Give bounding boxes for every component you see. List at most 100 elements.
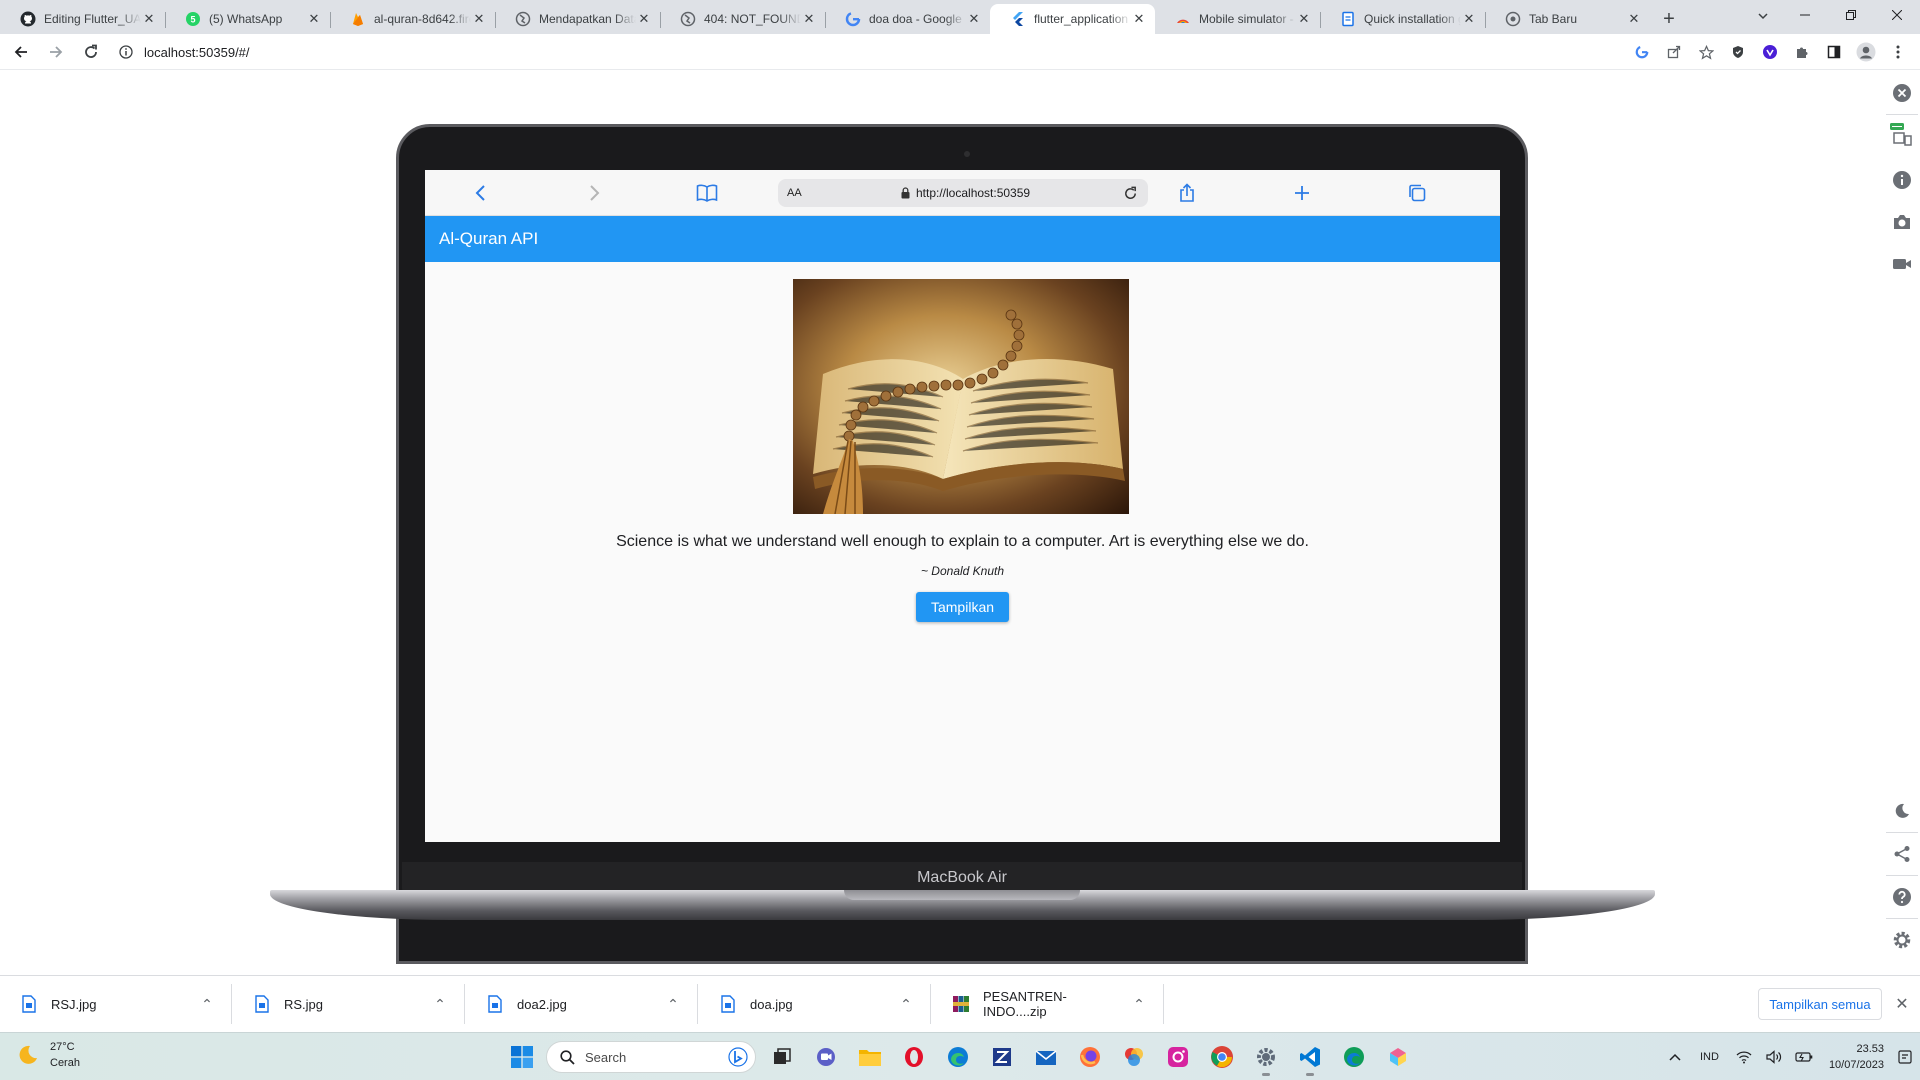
new-tab-button[interactable]: +	[1654, 4, 1684, 34]
close-icon[interactable]: ✕	[306, 11, 322, 27]
reader-aa-button[interactable]: AA	[787, 187, 867, 199]
tab-flutter-application[interactable]: flutter_application ✕	[990, 4, 1155, 34]
tab-404[interactable]: 404: NOT_FOUND ✕	[660, 4, 825, 34]
address-bar[interactable]: localhost:50359/#/	[110, 38, 1680, 66]
safari-reload-icon[interactable]	[1118, 181, 1142, 205]
notification-icon[interactable]	[1893, 1045, 1917, 1069]
simulator-icon	[1175, 11, 1191, 27]
close-icon[interactable]: ✕	[636, 11, 652, 27]
edge-icon[interactable]	[938, 1037, 978, 1077]
download-item[interactable]: RSJ.jpg ⌃	[0, 984, 232, 1024]
vpn-extension-icon[interactable]	[1754, 38, 1786, 66]
mail-icon[interactable]	[1026, 1037, 1066, 1077]
close-icon[interactable]: ✕	[801, 11, 817, 27]
paint-3d-icon[interactable]	[1378, 1037, 1418, 1077]
download-item[interactable]: RS.jpg ⌃	[233, 984, 465, 1024]
close-icon[interactable]: ✕	[1131, 11, 1147, 27]
tampilkan-button[interactable]: Tampilkan	[916, 592, 1009, 622]
tab-mendapatkan-data[interactable]: Mendapatkan Data ✕	[495, 4, 660, 34]
task-view-icon[interactable]	[762, 1037, 802, 1077]
tab-mobile-simulator[interactable]: Mobile simulator - responsive ✕	[1155, 4, 1320, 34]
chevron-up-icon[interactable]	[1663, 1045, 1687, 1069]
url-text: localhost:50359/#/	[144, 44, 250, 60]
menu-kebab-icon[interactable]	[1882, 38, 1914, 66]
firefox-icon[interactable]	[1070, 1037, 1110, 1077]
bookmark-star-icon[interactable]	[1690, 38, 1722, 66]
chevron-up-icon[interactable]: ⌃	[428, 992, 452, 1016]
forward-icon[interactable]	[42, 38, 70, 66]
info-icon[interactable]	[116, 42, 136, 62]
devices-new-icon[interactable]	[1890, 123, 1914, 147]
download-item[interactable]: PESANTREN-INDO....zip ⌃	[932, 984, 1164, 1024]
safari-share-icon[interactable]	[1174, 180, 1200, 206]
winrar-icon[interactable]	[982, 1037, 1022, 1077]
minimize-icon[interactable]	[1782, 0, 1828, 30]
battery-icon[interactable]	[1792, 1045, 1816, 1069]
close-icon[interactable]: ✕	[1461, 11, 1477, 27]
language-indicator[interactable]: IND	[1700, 1051, 1719, 1063]
show-all-downloads-button[interactable]: Tampilkan semua	[1758, 988, 1882, 1020]
close-icon[interactable]: ✕	[1626, 11, 1642, 27]
safari-bookmarks-icon[interactable]	[694, 180, 720, 206]
profile-avatar-icon[interactable]	[1850, 38, 1882, 66]
chevron-up-icon[interactable]: ⌃	[1127, 992, 1151, 1016]
file-explorer-icon[interactable]	[850, 1037, 890, 1077]
tab-google-search[interactable]: doa doa - Google Search ✕	[825, 4, 990, 34]
settings-gear-icon[interactable]	[1890, 928, 1914, 952]
google-lens-icon[interactable]	[1626, 38, 1658, 66]
quote-text: Science is what we understand well enoug…	[616, 533, 1309, 550]
safari-back-icon[interactable]	[467, 180, 493, 206]
reload-icon[interactable]	[77, 38, 105, 66]
chevron-up-icon[interactable]: ⌃	[661, 992, 685, 1016]
extensions-puzzle-icon[interactable]	[1786, 38, 1818, 66]
safari-new-tab-icon[interactable]	[1289, 180, 1315, 206]
tab-editing-flutter[interactable]: Editing Flutter_UAS ✕	[0, 4, 165, 34]
tab-tab-baru[interactable]: Tab Baru ✕	[1485, 4, 1650, 34]
restore-icon[interactable]	[1828, 0, 1874, 30]
download-item[interactable]: doa2.jpg ⌃	[466, 984, 698, 1024]
windows-start-icon[interactable]	[502, 1037, 542, 1077]
edge-dev-icon[interactable]	[1334, 1037, 1374, 1077]
weather-widget[interactable]: 27°C Cerah	[14, 1039, 80, 1071]
close-icon[interactable]: ✕	[471, 11, 487, 27]
shield-extension-icon[interactable]	[1722, 38, 1754, 66]
search-placeholder: Search	[585, 1049, 627, 1065]
close-icon[interactable]: ✕	[141, 11, 157, 27]
downloads-bar: RSJ.jpg ⌃ RS.jpg ⌃ doa2.jpg ⌃ doa.jpg ⌃ …	[0, 975, 1920, 1032]
screenshot-camera-icon[interactable]	[1890, 210, 1914, 234]
tab-whatsapp[interactable]: 5 (5) WhatsApp ✕	[165, 4, 330, 34]
close-simulator-icon[interactable]	[1890, 81, 1914, 105]
instagram-icon[interactable]	[1158, 1037, 1198, 1077]
back-icon[interactable]	[7, 38, 35, 66]
teams-chat-icon[interactable]	[806, 1037, 846, 1077]
record-video-icon[interactable]	[1890, 252, 1914, 276]
chevron-up-icon[interactable]: ⌃	[195, 992, 219, 1016]
close-window-icon[interactable]	[1874, 0, 1920, 30]
chrome-taskbar-icon[interactable]	[1202, 1037, 1242, 1077]
chevron-up-icon[interactable]: ⌃	[894, 992, 918, 1016]
safari-address-bar[interactable]: AA http://localhost:50359	[778, 179, 1148, 207]
info-circle-icon[interactable]	[1890, 168, 1914, 192]
help-icon[interactable]	[1890, 885, 1914, 909]
color-app-icon[interactable]	[1114, 1037, 1154, 1077]
tab-firebase[interactable]: al-quran-8d642.firebaseapp ✕	[330, 4, 495, 34]
download-item[interactable]: doa.jpg ⌃	[699, 984, 931, 1024]
safari-forward-icon[interactable]	[582, 180, 608, 206]
share-nodes-icon[interactable]	[1890, 842, 1914, 866]
opera-icon[interactable]	[894, 1037, 934, 1077]
taskbar-search[interactable]: Search	[546, 1041, 756, 1073]
clock[interactable]: 23.53 10/07/2023	[1829, 1041, 1884, 1073]
close-icon[interactable]: ✕	[966, 11, 982, 27]
share-icon[interactable]	[1658, 38, 1690, 66]
volume-icon[interactable]	[1762, 1045, 1786, 1069]
settings-taskbar-icon[interactable]	[1246, 1037, 1286, 1077]
side-panel-icon[interactable]	[1818, 38, 1850, 66]
close-downloads-icon[interactable]: ✕	[1890, 992, 1914, 1016]
tab-search-icon[interactable]	[1751, 4, 1775, 28]
tab-quick-installation[interactable]: Quick installation guide ✕	[1320, 4, 1485, 34]
safari-tabs-icon[interactable]	[1404, 180, 1430, 206]
vscode-icon[interactable]	[1290, 1037, 1330, 1077]
wifi-icon[interactable]	[1732, 1045, 1756, 1069]
close-icon[interactable]: ✕	[1296, 11, 1312, 27]
dark-mode-moon-icon[interactable]	[1890, 799, 1914, 823]
